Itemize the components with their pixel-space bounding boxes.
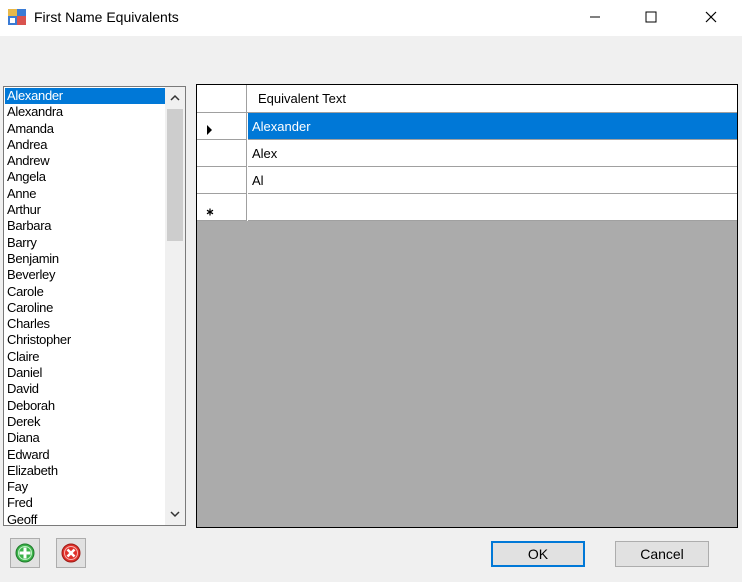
- ok-button[interactable]: OK: [491, 541, 585, 567]
- list-item[interactable]: Caroline: [5, 300, 168, 316]
- list-item[interactable]: David: [5, 381, 168, 397]
- list-item[interactable]: Charles: [5, 316, 168, 332]
- row-header[interactable]: [197, 113, 247, 140]
- current-row-arrow-icon: [206, 122, 214, 140]
- table-row[interactable]: Alexander: [197, 113, 737, 140]
- list-item[interactable]: Barbara: [5, 218, 168, 234]
- list-item[interactable]: Edward: [5, 447, 168, 463]
- equivalents-grid[interactable]: Equivalent Text Alexander Alex Al: [196, 84, 738, 528]
- list-item[interactable]: Beverley: [5, 267, 168, 283]
- cancel-button[interactable]: Cancel: [615, 541, 709, 567]
- grid-corner-cell[interactable]: [197, 85, 247, 112]
- scroll-up-icon[interactable]: [165, 89, 185, 107]
- list-item[interactable]: Geoff: [5, 512, 168, 525]
- list-item[interactable]: Alexander: [5, 88, 168, 105]
- list-item[interactable]: Anne: [5, 186, 168, 202]
- equivalent-text-cell[interactable]: Alexander: [248, 113, 737, 140]
- window-title: First Name Equivalents: [34, 9, 179, 25]
- names-list: Alexander Alexandra Amanda Andrea Andrew Ange…: [5, 88, 168, 525]
- list-item[interactable]: Diana: [5, 430, 168, 446]
- list-item[interactable]: Daniel: [5, 365, 168, 381]
- list-item[interactable]: Carole: [5, 284, 168, 300]
- equivalent-text-cell[interactable]: [248, 194, 737, 221]
- list-item[interactable]: Derek: [5, 414, 168, 430]
- list-item[interactable]: Alexandra: [5, 104, 168, 120]
- names-listbox[interactable]: Alexander Alexandra Amanda Andrea Andrew Ange…: [3, 86, 186, 526]
- list-item[interactable]: Deborah: [5, 398, 168, 414]
- list-item[interactable]: Benjamin: [5, 251, 168, 267]
- title-bar: First Name Equivalents: [0, 0, 742, 36]
- first-name-equivalents-window: First Name Equivalents Alexander Alexandr…: [0, 0, 742, 582]
- list-item[interactable]: Elizabeth: [5, 463, 168, 479]
- equivalent-text-cell[interactable]: Al: [248, 167, 737, 194]
- equivalent-text-cell[interactable]: Alex: [248, 140, 737, 167]
- column-header-equivalent-text[interactable]: Equivalent Text: [248, 85, 346, 112]
- list-item[interactable]: Angela: [5, 169, 168, 185]
- list-item[interactable]: Arthur: [5, 202, 168, 218]
- close-button[interactable]: [688, 0, 734, 32]
- list-item[interactable]: Claire: [5, 349, 168, 365]
- table-row[interactable]: Al: [197, 167, 737, 194]
- delete-button[interactable]: [56, 538, 86, 568]
- new-row-asterisk-icon: [206, 203, 214, 221]
- grid-header-row: Equivalent Text: [197, 85, 737, 113]
- list-item[interactable]: Barry: [5, 235, 168, 251]
- add-button[interactable]: [10, 538, 40, 568]
- maximize-button[interactable]: [628, 0, 674, 32]
- list-item[interactable]: Amanda: [5, 121, 168, 137]
- row-header[interactable]: [197, 194, 247, 221]
- list-item[interactable]: Christopher: [5, 332, 168, 348]
- app-window-icon: [8, 9, 26, 25]
- list-item[interactable]: Fred: [5, 495, 168, 511]
- row-header[interactable]: [197, 167, 247, 194]
- list-item[interactable]: Fay: [5, 479, 168, 495]
- table-row[interactable]: Alex: [197, 140, 737, 167]
- scroll-down-icon[interactable]: [165, 505, 185, 523]
- scrollbar-thumb[interactable]: [167, 109, 183, 241]
- list-item[interactable]: Andrea: [5, 137, 168, 153]
- row-header[interactable]: [197, 140, 247, 167]
- names-list-scrollbar[interactable]: [165, 87, 185, 525]
- list-item[interactable]: Andrew: [5, 153, 168, 169]
- minimize-button[interactable]: [572, 0, 618, 32]
- grid-new-row[interactable]: [197, 194, 737, 221]
